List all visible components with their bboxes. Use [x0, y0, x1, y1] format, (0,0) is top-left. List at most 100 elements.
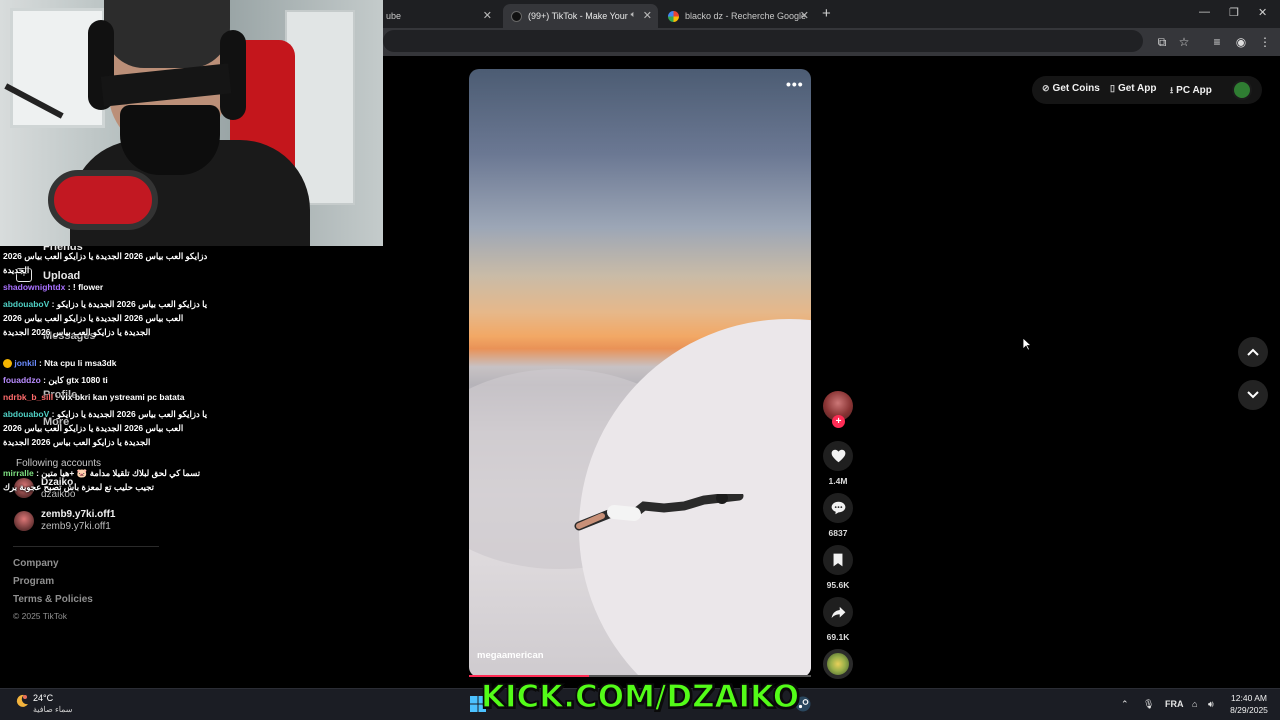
pc-app-button[interactable]: ⭳ PC App	[1170, 83, 1212, 99]
account-handle: zemb9.y7ki.off1	[41, 521, 111, 532]
volume-icon[interactable]: 🔊︎	[1208, 699, 1214, 710]
input-language[interactable]: FRA	[1165, 699, 1184, 709]
footer-link-terms[interactable]: Terms & Policies	[13, 594, 93, 605]
next-video-button[interactable]	[1238, 380, 1268, 410]
chat-message: abdouaboV : يا دزايكو العب بياس 2026 الج…	[3, 409, 208, 447]
chat-username: abdouaboV	[3, 299, 50, 309]
comment-count: 6837	[828, 528, 848, 538]
avatar[interactable]	[14, 511, 34, 531]
close-tab-icon[interactable]: ✕	[483, 9, 492, 22]
get-coins-button[interactable]: ⊘ Get Coins	[1042, 83, 1100, 94]
close-tab-icon[interactable]: ✕	[800, 9, 809, 22]
menu-kebab-icon[interactable]: ⋮	[1257, 34, 1273, 50]
video-player[interactable]	[469, 69, 811, 677]
pc-app-label: PC App	[1176, 85, 1212, 96]
save-count: 95.6K	[826, 580, 850, 590]
chat-message: fouaddzo : كاين gtx 1080 ti	[3, 375, 108, 385]
previous-video-button[interactable]	[1238, 337, 1268, 367]
copyright-text: © 2025 TikTok	[13, 611, 67, 621]
chat-username: mirralle	[3, 468, 34, 478]
speaker-icon[interactable]: 🔈︎	[631, 9, 636, 20]
footer-link-company[interactable]: Company	[13, 558, 59, 569]
get-app-button[interactable]: ▯ Get App	[1110, 83, 1156, 94]
share-button[interactable]	[823, 597, 853, 627]
chat-username: jonkil	[14, 358, 37, 368]
microphone-icon[interactable]: 🎙︎	[1143, 699, 1154, 710]
chat-message: abdouaboV : يا دزايكو العب بياس 2026 الج…	[3, 299, 208, 337]
phone-icon: ▯	[1110, 83, 1115, 93]
badge-icon	[3, 359, 12, 369]
browser-tab-tiktok[interactable]: (99+) TikTok - Make Your Da 🔈︎ ✕	[503, 4, 658, 28]
chat-message: jonkil : Nta cpu li msa3dk	[3, 356, 208, 370]
coin-icon: ⊘	[1042, 83, 1050, 93]
minimize-icon[interactable]: —	[1199, 6, 1210, 18]
weather-temperature[interactable]: 24°C	[33, 693, 53, 703]
tab-label: (99+) TikTok - Make Your Da	[528, 11, 628, 21]
account-name[interactable]: zemb9.y7ki.off1	[41, 509, 115, 520]
streamer-webcam	[0, 0, 383, 246]
network-icon[interactable]: ⌂	[1192, 699, 1197, 709]
chat-text: Nta cpu li msa3dk	[44, 358, 117, 368]
chat-username: shadownightdx	[3, 282, 66, 292]
get-app-label: Get App	[1117, 83, 1157, 94]
mouse-cursor-icon	[1022, 337, 1032, 351]
chat-text: دزايكو العب بياس 2026 الجديدة يا دزايكو …	[3, 251, 208, 275]
chat-text: vix bkri kan ystreami pc batata	[60, 392, 185, 402]
tiktok-favicon-icon	[511, 10, 522, 22]
browser-tab-youtube[interactable]: ube ✕	[378, 4, 498, 28]
chat-message: ndrbk_b_sill : vix bkri kan ystreami pc …	[3, 392, 185, 402]
heart-icon	[831, 449, 845, 463]
clock-time: 12:40 AM	[1231, 693, 1267, 703]
chevron-up-icon	[1247, 348, 1259, 356]
video-author[interactable]: megaamerican	[477, 650, 544, 661]
comment-button[interactable]	[823, 493, 853, 523]
new-tab-button[interactable]: +	[822, 5, 831, 22]
chat-username: fouaddzo	[3, 375, 41, 385]
media-control-icon[interactable]: ≡	[1209, 34, 1225, 50]
like-count: 1.4M	[828, 476, 848, 486]
save-button[interactable]	[823, 545, 853, 575]
avatar[interactable]	[1232, 80, 1252, 100]
weather-description: سماء صافية	[33, 705, 73, 714]
tab-label: blacko dz - Recherche Google	[685, 11, 807, 21]
close-window-icon[interactable]: ✕	[1258, 6, 1267, 19]
restore-icon[interactable]: ❐	[1229, 6, 1239, 19]
share-arrow-icon	[831, 606, 845, 618]
show-hidden-icons-icon[interactable]: ⌃	[1121, 699, 1129, 710]
more-options-icon[interactable]: •••	[786, 76, 804, 92]
install-app-icon[interactable]: ⧉	[1154, 34, 1170, 50]
chat-message: دزايكو العب بياس 2026 الجديدة يا دزايكو …	[3, 249, 208, 277]
kick-channel-banner: KICK.COM/DZAIKO	[480, 678, 800, 715]
chat-message: mirralle : تسما كي لحق لبلاك تلقيلا مدام…	[3, 468, 201, 492]
follow-plus-icon[interactable]: +	[832, 415, 845, 428]
chat-text: كاين gtx 1080 ti	[48, 375, 108, 385]
tab-label: ube	[386, 11, 402, 21]
sidebar-divider	[13, 546, 159, 547]
chat-message: shadownightdx : ! flower	[3, 282, 104, 292]
music-disc-icon[interactable]	[823, 649, 853, 679]
bookmark-icon	[833, 553, 843, 567]
footer-link-program[interactable]: Program	[13, 576, 54, 587]
weather-moon-icon[interactable]	[14, 693, 30, 709]
address-bar[interactable]	[383, 30, 1143, 52]
like-button[interactable]	[823, 441, 853, 471]
system-clock[interactable]: 12:40 AM 8/29/2025	[1227, 692, 1271, 716]
get-coins-label: Get Coins	[1052, 83, 1100, 94]
chat-text: ! flower	[72, 282, 104, 292]
comment-icon	[831, 501, 845, 515]
google-favicon-icon	[668, 10, 679, 22]
share-count: 69.1K	[826, 632, 850, 642]
clock-date: 8/29/2025	[1230, 705, 1268, 715]
chat-username: abdouaboV	[3, 409, 50, 419]
webcam-microphone	[48, 170, 158, 230]
chat-username: ndrbk_b_sill	[3, 392, 54, 402]
profile-icon[interactable]: ◉	[1233, 34, 1249, 50]
chevron-down-icon	[1247, 391, 1259, 399]
bookmark-star-icon[interactable]: ☆	[1176, 34, 1192, 50]
download-icon: ⭳	[1170, 85, 1174, 95]
webcam-cap	[104, 0, 230, 68]
close-tab-icon[interactable]: ✕	[643, 9, 652, 22]
browser-tab-google[interactable]: blacko dz - Recherche Google ✕	[660, 4, 815, 28]
webcam-face-mask	[120, 105, 220, 175]
video-person	[574, 494, 744, 531]
